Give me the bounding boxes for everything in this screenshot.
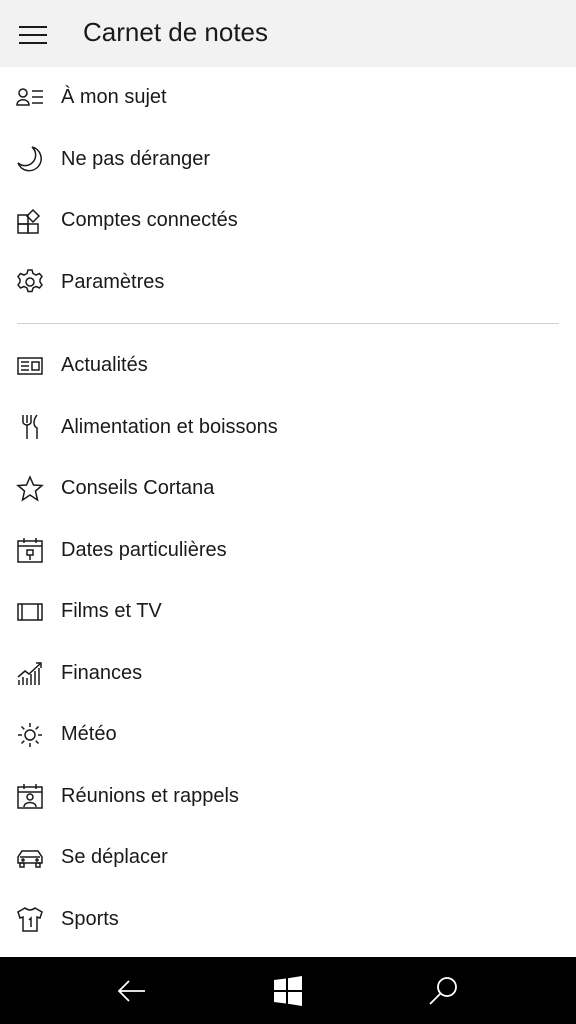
menu-item-label: Ne pas déranger xyxy=(61,147,210,170)
search-icon[interactable] xyxy=(424,971,464,1011)
back-arrow-icon[interactable] xyxy=(111,971,151,1011)
windows-logo-icon[interactable] xyxy=(268,971,308,1011)
menu-item-news[interactable]: Actualités xyxy=(0,335,576,397)
menu-item-sports[interactable]: Sports xyxy=(0,889,576,951)
app-header: Carnet de notes xyxy=(0,0,576,67)
finance-chart-icon xyxy=(15,658,45,688)
menu-item-movies-tv[interactable]: Films et TV xyxy=(0,581,576,643)
menu-item-label: Sports xyxy=(61,907,119,930)
menu-item-label: Météo xyxy=(61,723,117,745)
moon-icon xyxy=(15,144,45,174)
notebook-menu: À mon sujet Ne pas déranger Comptes conn… xyxy=(0,67,576,950)
menu-item-getting-around[interactable]: Se déplacer xyxy=(0,827,576,889)
menu-item-connected-accounts[interactable]: Comptes connectés xyxy=(0,190,576,252)
menu-item-finance[interactable]: Finances xyxy=(0,643,576,705)
section-divider xyxy=(0,313,576,335)
connected-accounts-icon xyxy=(15,206,45,236)
hamburger-icon[interactable] xyxy=(19,26,47,44)
film-icon xyxy=(15,597,45,627)
menu-item-label: Conseils Cortana xyxy=(61,477,215,499)
newspaper-icon xyxy=(15,351,45,381)
menu-item-label: Dates particulières xyxy=(61,538,227,561)
car-icon xyxy=(15,843,45,873)
menu-item-do-not-disturb[interactable]: Ne pas déranger xyxy=(0,129,576,191)
jersey-icon xyxy=(15,904,45,934)
menu-item-label: À mon sujet xyxy=(61,86,167,108)
menu-item-label: Actualités xyxy=(61,354,148,376)
star-icon xyxy=(15,474,45,504)
person-list-icon xyxy=(15,83,45,113)
fork-knife-icon xyxy=(15,412,45,442)
menu-item-label: Se déplacer xyxy=(61,846,168,868)
menu-item-label: Finances xyxy=(61,661,143,684)
sun-icon xyxy=(15,720,45,750)
page-title: Carnet de notes xyxy=(83,17,269,47)
menu-item-label: Comptes connectés xyxy=(61,209,238,231)
menu-item-label: Alimentation et boissons xyxy=(61,415,278,438)
gear-icon xyxy=(15,267,45,297)
menu-item-food-drink[interactable]: Alimentation et boissons xyxy=(0,397,576,459)
menu-item-about-me[interactable]: À mon sujet xyxy=(0,67,576,129)
menu-item-label: Paramètres xyxy=(61,270,165,293)
system-navigation-bar xyxy=(0,957,576,1024)
menu-item-weather[interactable]: Météo xyxy=(0,704,576,766)
menu-item-cortana-tips[interactable]: Conseils Cortana xyxy=(0,458,576,520)
menu-item-label: Films et TV xyxy=(61,600,162,622)
menu-item-settings[interactable]: Paramètres xyxy=(0,252,576,314)
menu-item-special-dates[interactable]: Dates particulières xyxy=(0,520,576,582)
menu-item-label: Réunions et rappels xyxy=(61,784,239,807)
calendar-person-icon xyxy=(15,781,45,811)
calendar-gift-icon xyxy=(15,535,45,565)
menu-item-meetings-reminders[interactable]: Réunions et rappels xyxy=(0,766,576,828)
